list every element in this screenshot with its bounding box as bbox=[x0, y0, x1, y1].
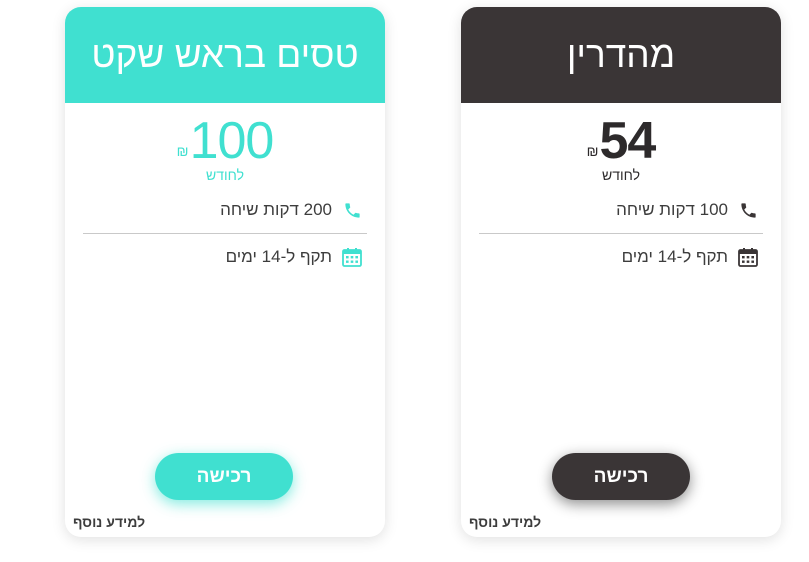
buy-button[interactable]: רכישה bbox=[552, 453, 690, 500]
price-amount: 54 bbox=[599, 112, 657, 170]
calendar-icon bbox=[737, 246, 759, 268]
divider bbox=[479, 233, 763, 234]
phone-icon bbox=[737, 199, 759, 221]
plan-card-dark: מהדרין ₪ 54 לחודש 100 דקות שיחה תקף ל-14… bbox=[461, 7, 781, 537]
feature-validity: תקף ל-14 ימים bbox=[226, 246, 363, 268]
price-block: ₪ 54 לחודש bbox=[461, 103, 781, 189]
feature-label: תקף ל-14 ימים bbox=[225, 247, 332, 266]
feature-validity: תקף ל-14 ימים bbox=[622, 246, 759, 268]
price-amount: 100 bbox=[189, 112, 275, 170]
buy-button[interactable]: רכישה bbox=[155, 453, 293, 500]
feature-label: תקף ל-14 ימים bbox=[621, 247, 728, 266]
phone-icon bbox=[341, 199, 363, 221]
currency-symbol: ₪ bbox=[176, 143, 189, 159]
plan-title: מהדרין bbox=[461, 7, 781, 103]
feature-minutes: 100 דקות שיחה bbox=[616, 199, 759, 221]
feature-label: 200 דקות שיחה bbox=[220, 200, 332, 219]
price-block: ₪ 100 לחודש bbox=[65, 103, 385, 189]
feature-label: 100 דקות שיחה bbox=[616, 200, 728, 219]
plan-title: טסים בראש שקט bbox=[65, 7, 385, 103]
feature-minutes: 200 דקות שיחה bbox=[220, 199, 363, 221]
plan-card-teal: טסים בראש שקט ₪ 100 לחודש 200 דקות שיחה bbox=[65, 7, 385, 537]
price-period: לחודש bbox=[206, 167, 244, 183]
more-info-link[interactable]: למידע נוסף bbox=[73, 514, 145, 530]
price-period: לחודש bbox=[602, 167, 640, 183]
currency-symbol: ₪ bbox=[586, 143, 599, 159]
more-info-link[interactable]: למידע נוסף bbox=[469, 514, 541, 530]
calendar-icon bbox=[341, 246, 363, 268]
divider bbox=[83, 233, 367, 234]
